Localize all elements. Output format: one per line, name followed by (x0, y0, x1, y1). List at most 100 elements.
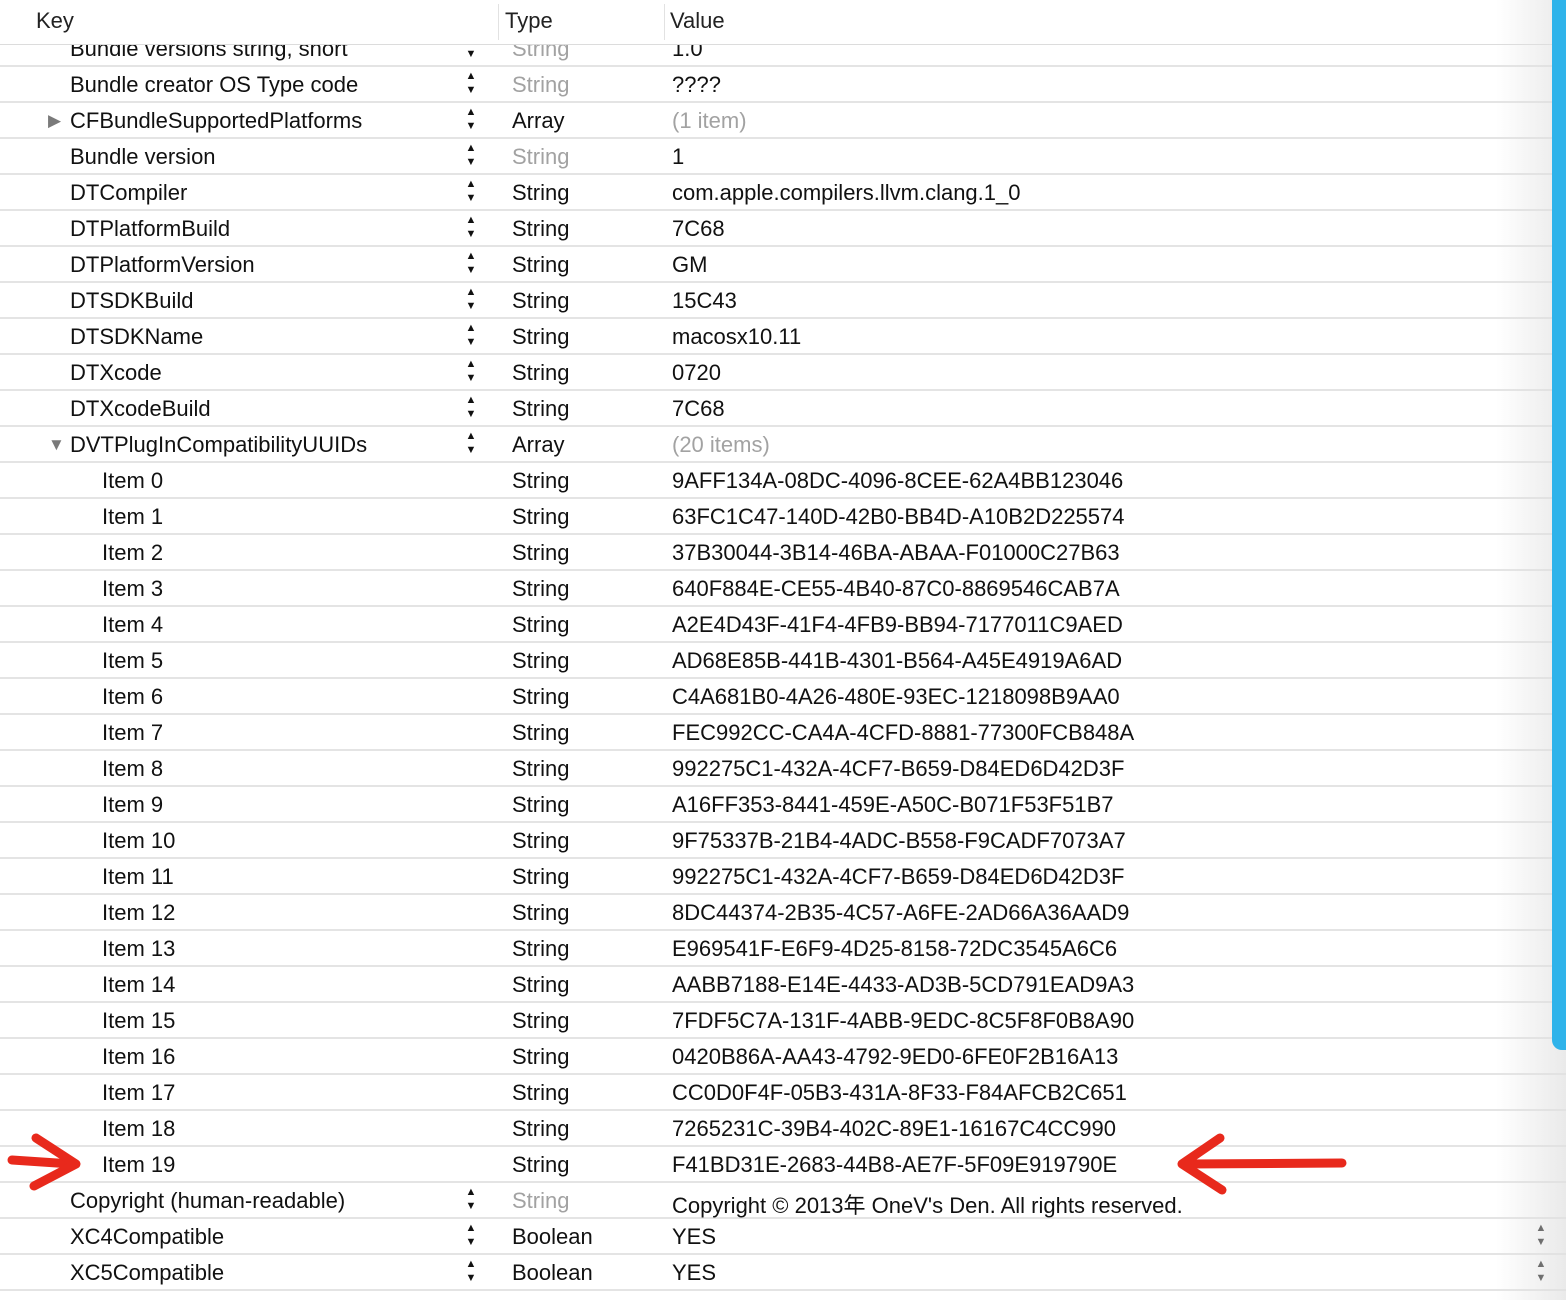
table-row[interactable]: Bundle version ▲ ▼ String 1 (0, 139, 1566, 175)
row-value[interactable]: 640F884E-CE55-4B40-87C0-8869546CAB7A (672, 576, 1120, 602)
table-row[interactable]: Item 13 String E969541F-E6F9-4D25-8158-72D… (0, 931, 1566, 967)
value-stepper-icon[interactable]: ▲ ▼ (1535, 1257, 1547, 1285)
row-key[interactable]: Item 2 (102, 540, 163, 566)
table-row[interactable]: Item 7 String FEC992CC-CA4A-4CFD-8881-7730… (0, 715, 1566, 751)
row-key[interactable]: Item 10 (102, 828, 175, 854)
row-key[interactable]: Item 5 (102, 648, 163, 674)
table-row[interactable]: DTPlatformBuild ▲ ▼ String 7C68 (0, 211, 1566, 247)
table-row[interactable]: Item 12 String 8DC44374-2B35-4C57-A6FE-2AD… (0, 895, 1566, 931)
row-key[interactable]: XC4Compatible (70, 1224, 224, 1250)
table-row[interactable]: ▼ DVTPlugInCompatibilityUUIDs ▲ ▼ Array (20 i… (0, 427, 1566, 463)
row-value[interactable]: AABB7188-E14E-4433-AD3B-5CD791EAD9A3 (672, 972, 1134, 998)
column-divider[interactable] (498, 4, 499, 40)
row-value[interactable]: 0420B86A-AA43-4792-9ED0-6FE0F2B16A13 (672, 1044, 1118, 1070)
row-type[interactable]: String (512, 288, 569, 314)
row-value[interactable]: GM (672, 252, 707, 278)
row-type[interactable]: String (512, 720, 569, 746)
row-value[interactable]: macosx10.11 (672, 324, 801, 350)
updown-stepper-icon[interactable]: ▲▼ (465, 357, 477, 385)
table-row[interactable]: Item 6 String C4A681B0-4A26-480E-93EC-1218… (0, 679, 1566, 715)
row-type[interactable]: String (512, 180, 569, 206)
table-row[interactable]: Item 19 String F41BD31E-2683-44B8-AE7F-5F0… (0, 1147, 1566, 1183)
row-key[interactable]: Bundle versions string, short (70, 44, 348, 62)
row-type[interactable]: String (512, 684, 569, 710)
table-row[interactable]: DTPlatformVersion ▲ ▼ String GM (0, 247, 1566, 283)
row-value[interactable]: FEC992CC-CA4A-4CFD-8881-77300FCB848A (672, 720, 1134, 746)
table-row[interactable]: Item 1 String 63FC1C47-140D-42B0-BB4D-A10B… (0, 499, 1566, 535)
row-type[interactable]: String (512, 324, 569, 350)
row-key[interactable]: Item 7 (102, 720, 163, 746)
row-type[interactable]: String (512, 972, 569, 998)
row-value[interactable]: 8DC44374-2B35-4C57-A6FE-2AD66A36AAD9 (672, 900, 1129, 926)
table-row[interactable]: Item 14 String AABB7188-E14E-4433-AD3B-5CD… (0, 967, 1566, 1003)
row-value[interactable]: AD68E85B-441B-4301-B564-A45E4919A6AD (672, 648, 1122, 674)
column-header-value[interactable]: Value (670, 8, 725, 34)
updown-stepper-icon[interactable]: ▲▼ (465, 285, 477, 313)
row-key[interactable]: Bundle version (70, 144, 216, 170)
table-row[interactable]: Item 16 String 0420B86A-AA43-4792-9ED0-6FE… (0, 1039, 1566, 1075)
row-value[interactable]: 9AFF134A-08DC-4096-8CEE-62A4BB123046 (672, 468, 1123, 494)
updown-stepper-icon[interactable]: ▲▼ (465, 141, 477, 169)
row-key[interactable]: DTXcode (70, 360, 162, 386)
updown-stepper-icon[interactable]: ▲▼ (465, 69, 477, 97)
updown-stepper-icon[interactable]: ▲▼ (465, 429, 477, 457)
row-type[interactable]: String (512, 540, 569, 566)
disclosure-down-icon[interactable]: ▼ (48, 435, 65, 455)
vertical-scrollbar[interactable] (1552, 0, 1566, 1050)
row-value[interactable]: 1.0 (672, 44, 703, 62)
table-row[interactable]: Item 2 String 37B30044-3B14-46BA-ABAA-F010… (0, 535, 1566, 571)
table-row[interactable]: Item 3 String 640F884E-CE55-4B40-87C0-8869… (0, 571, 1566, 607)
row-value[interactable]: 7FDF5C7A-131F-4ABB-9EDC-8C5F8F0B8A90 (672, 1008, 1134, 1034)
row-value[interactable]: 7C68 (672, 216, 725, 242)
row-key[interactable]: DVTPlugInCompatibilityUUIDs (70, 432, 367, 458)
row-key[interactable]: DTSDKName (70, 324, 203, 350)
row-value[interactable]: com.apple.compilers.llvm.clang.1_0 (672, 180, 1021, 206)
row-key[interactable]: Item 9 (102, 792, 163, 818)
row-type[interactable]: Array (512, 108, 565, 134)
row-value[interactable]: C4A681B0-4A26-480E-93EC-1218098B9AA0 (672, 684, 1120, 710)
row-value[interactable]: 9F75337B-21B4-4ADC-B558-F9CADF7073A7 (672, 828, 1126, 854)
row-key[interactable]: Item 17 (102, 1080, 175, 1106)
row-type[interactable]: String (512, 216, 569, 242)
row-value[interactable]: 15C43 (672, 288, 737, 314)
row-key[interactable]: Item 11 (102, 864, 174, 890)
row-value[interactable]: CC0D0F4F-05B3-431A-8F33-F84AFCB2C651 (672, 1080, 1127, 1106)
row-key[interactable]: Item 12 (102, 900, 175, 926)
updown-stepper-icon[interactable]: ▲▼ (465, 1257, 477, 1285)
row-type[interactable]: String (512, 1116, 569, 1142)
row-type[interactable]: String (512, 144, 569, 170)
row-key[interactable]: Item 19 (102, 1152, 175, 1178)
row-type[interactable]: String (512, 936, 569, 962)
row-value[interactable]: ???? (672, 72, 721, 98)
row-type[interactable]: String (512, 648, 569, 674)
row-type[interactable]: Array (512, 432, 565, 458)
row-value[interactable]: 7265231C-39B4-402C-89E1-16167C4CC990 (672, 1116, 1116, 1142)
table-row[interactable]: Copyright (human-readable) ▲ ▼ String Copyri… (0, 1183, 1566, 1219)
row-key[interactable]: DTXcodeBuild (70, 396, 211, 422)
row-type[interactable]: String (512, 1080, 569, 1106)
row-key[interactable]: Bundle creator OS Type code (70, 72, 358, 98)
row-value[interactable]: (20 items) (672, 432, 770, 458)
row-type[interactable]: String (512, 900, 569, 926)
row-value[interactable]: E969541F-E6F9-4D25-8158-72DC3545A6C6 (672, 936, 1117, 962)
table-row[interactable]: Item 8 String 992275C1-432A-4CF7-B659-D84E… (0, 751, 1566, 787)
row-value[interactable]: 1 (672, 144, 684, 170)
table-row[interactable]: Item 10 String 9F75337B-21B4-4ADC-B558-F9C… (0, 823, 1566, 859)
row-value[interactable]: A16FF353-8441-459E-A50C-B071F53F51B7 (672, 792, 1114, 818)
disclosure-right-icon[interactable]: ▶ (48, 111, 61, 131)
row-type[interactable]: String (512, 1152, 569, 1178)
row-type[interactable]: String (512, 864, 569, 890)
updown-stepper-icon[interactable]: ▲▼ (465, 213, 477, 241)
row-key[interactable]: Item 15 (102, 1008, 175, 1034)
row-type[interactable]: String (512, 360, 569, 386)
row-type[interactable]: String (512, 1044, 569, 1070)
row-key[interactable]: Item 1 (102, 504, 163, 530)
row-key[interactable]: DTPlatformVersion (70, 252, 255, 278)
updown-stepper-icon[interactable]: ▲▼ (465, 44, 477, 61)
table-row[interactable]: Item 0 String 9AFF134A-08DC-4096-8CEE-62A4… (0, 463, 1566, 499)
table-row[interactable]: DTCompiler ▲ ▼ String com.apple.compilers.ll… (0, 175, 1566, 211)
table-row[interactable]: ▶ CFBundleSupportedPlatforms ▲ ▼ Array (1 ite… (0, 103, 1566, 139)
row-type[interactable]: String (512, 504, 569, 530)
row-value[interactable]: 7C68 (672, 396, 725, 422)
row-key[interactable]: Item 3 (102, 576, 163, 602)
